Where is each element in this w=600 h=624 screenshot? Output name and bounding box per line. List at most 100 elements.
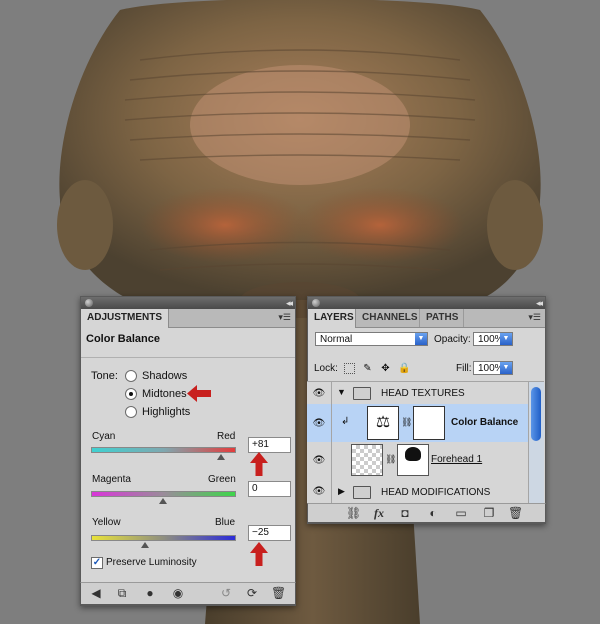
lock-position-icon[interactable]: ✥: [380, 363, 391, 374]
lock-transparency-icon[interactable]: [344, 363, 355, 374]
slider-left-label: Cyan: [92, 431, 116, 442]
new-layer-icon[interactable]: ❐: [482, 506, 496, 520]
chevron-down-icon[interactable]: ▼: [500, 362, 512, 374]
opacity-field[interactable]: 100% ▼: [473, 332, 513, 346]
opacity-label: Opacity:: [434, 334, 471, 345]
magenta-green-value-field[interactable]: 0: [248, 481, 291, 497]
layers-titlebar[interactable]: ◂◂: [308, 297, 545, 309]
collapse-icon[interactable]: ◂◂: [286, 297, 293, 309]
adjustment-balance-icon: ⚖: [367, 406, 399, 440]
panel-menu-icon[interactable]: ▾☰: [528, 312, 541, 323]
fx-icon[interactable]: fx: [372, 506, 386, 520]
visibility-eye-icon[interactable]: 👁: [307, 442, 332, 478]
annotation-arrow-up-icon: [250, 542, 268, 566]
delete-layer-icon[interactable]: 🗑: [508, 506, 523, 520]
chevron-down-icon[interactable]: ▼: [415, 333, 427, 345]
tab-paths[interactable]: PATHS: [420, 309, 464, 327]
tab-adjustments[interactable]: ADJUSTMENTS: [81, 309, 170, 328]
visibility-eye-icon[interactable]: 👁: [307, 404, 332, 442]
fill-label: Fill:: [456, 363, 472, 374]
layer-group-head-textures[interactable]: 👁 ▼ HEAD TEXTURES: [307, 382, 529, 405]
yellow-blue-slider[interactable]: [91, 535, 236, 541]
disclosure-triangle-down-icon[interactable]: ▼: [337, 387, 346, 397]
tone-radio-highlights[interactable]: Highlights: [125, 405, 190, 419]
link-chain-icon: ⛓: [385, 454, 397, 464]
preserve-luminosity-label: Preserve Luminosity: [106, 557, 197, 568]
expand-view-icon[interactable]: ⧉: [115, 586, 129, 600]
slider-right-label: Red: [217, 431, 236, 442]
adjustment-title: Color Balance: [86, 333, 160, 345]
collapse-icon[interactable]: ◂◂: [536, 297, 543, 309]
blend-mode-value: Normal: [320, 334, 353, 345]
link-chain-icon: ⛓: [401, 417, 413, 427]
visibility-eye-icon[interactable]: ◉: [171, 586, 185, 600]
blend-mode-dropdown[interactable]: Normal ▼: [315, 332, 428, 346]
divider: [81, 357, 295, 358]
cyan-red-slider[interactable]: [91, 447, 236, 453]
panel-menu-icon[interactable]: ▾☰: [278, 312, 291, 323]
slider-thumb[interactable]: [141, 542, 149, 548]
new-adjustment-icon[interactable]: ◐: [426, 506, 440, 520]
clip-to-layer-icon[interactable]: ●: [143, 586, 157, 600]
slider-right-label: Blue: [215, 517, 236, 528]
preserve-luminosity-checkbox[interactable]: ✓: [91, 557, 103, 569]
radio-button[interactable]: [125, 370, 137, 383]
tone-label: Tone:: [91, 370, 118, 382]
layers-bottom-bar: ⛓ fx ◘ ◐ ▭ ❐ 🗑: [307, 503, 546, 523]
link-layers-icon[interactable]: ⛓: [346, 506, 361, 520]
tone-option-label: Highlights: [142, 406, 191, 418]
layer-color-balance[interactable]: 👁 ↲ ⚖ ⛓ Color Balance: [307, 404, 529, 443]
reset-icon[interactable]: ⟳: [245, 586, 259, 600]
new-group-icon[interactable]: ▭: [454, 506, 468, 520]
clipping-arrow-icon: ↲: [341, 416, 350, 427]
layer-name: Color Balance: [451, 417, 519, 428]
layer-mask-thumbnail[interactable]: [397, 444, 429, 476]
back-arrow-icon[interactable]: ◀: [89, 586, 103, 600]
slider-thumb[interactable]: [217, 454, 225, 460]
layer-forehead-1[interactable]: 👁 ⛓ Forehead 1: [307, 442, 529, 479]
tone-option-label: Shadows: [142, 370, 188, 382]
tab-layers[interactable]: LAYERS: [308, 309, 356, 328]
layer-thumbnail[interactable]: [351, 444, 383, 476]
slider-left-label: Magenta: [92, 474, 131, 485]
cyan-red-value-field[interactable]: +81: [248, 437, 291, 453]
radio-button[interactable]: [125, 406, 137, 419]
adjustments-bottom-bar: ◀ ⧉ ● ◉ ↺ ⟳ 🗑: [80, 582, 296, 605]
radio-button-selected[interactable]: [125, 388, 137, 401]
adjustments-titlebar[interactable]: ◂◂: [81, 297, 295, 309]
slider-left-label: Yellow: [92, 517, 121, 528]
chevron-down-icon[interactable]: ▼: [500, 333, 512, 345]
tab-channels[interactable]: CHANNELS: [356, 309, 420, 327]
slider-right-label: Green: [208, 474, 236, 485]
scrollbar-thumb[interactable]: [531, 387, 541, 441]
yellow-blue-value-field[interactable]: −25: [248, 525, 291, 541]
visibility-eye-icon[interactable]: 👁: [307, 478, 332, 504]
visibility-eye-icon[interactable]: 👁: [307, 382, 332, 404]
layer-name: Forehead 1: [431, 454, 483, 465]
lock-label: Lock:: [314, 363, 338, 374]
adjustments-tabbar: ADJUSTMENTS ▾☰: [81, 309, 295, 328]
fill-field[interactable]: 100% ▼: [473, 361, 513, 375]
folder-icon: [353, 387, 371, 400]
delete-icon[interactable]: 🗑: [271, 586, 286, 600]
view-previous-icon[interactable]: ↺: [219, 586, 233, 600]
lock-all-icon[interactable]: 🔒: [398, 363, 410, 374]
layers-tabbar: LAYERS CHANNELS PATHS ▾☰: [308, 309, 545, 328]
layer-name: HEAD MODIFICATIONS: [381, 487, 491, 498]
tone-radio-shadows[interactable]: Shadows: [125, 369, 187, 383]
layers-scrollbar[interactable]: [528, 382, 544, 504]
magenta-green-slider[interactable]: [91, 491, 236, 497]
layer-group-head-modifications[interactable]: 👁 ▶ HEAD MODIFICATIONS: [307, 478, 529, 505]
close-icon[interactable]: [312, 299, 320, 307]
tone-radio-midtones[interactable]: Midtones: [125, 387, 187, 401]
layer-mask-thumbnail[interactable]: [413, 406, 445, 440]
disclosure-triangle-right-icon[interactable]: ▶: [338, 486, 345, 497]
annotation-arrow-left-icon: [187, 385, 211, 402]
layer-name: HEAD TEXTURES: [381, 388, 465, 399]
folder-icon: [353, 486, 371, 499]
annotation-arrow-up-icon: [250, 452, 268, 476]
add-mask-icon[interactable]: ◘: [398, 506, 412, 520]
slider-thumb[interactable]: [159, 498, 167, 504]
close-icon[interactable]: [85, 299, 93, 307]
lock-pixels-icon[interactable]: ✎: [362, 363, 373, 374]
